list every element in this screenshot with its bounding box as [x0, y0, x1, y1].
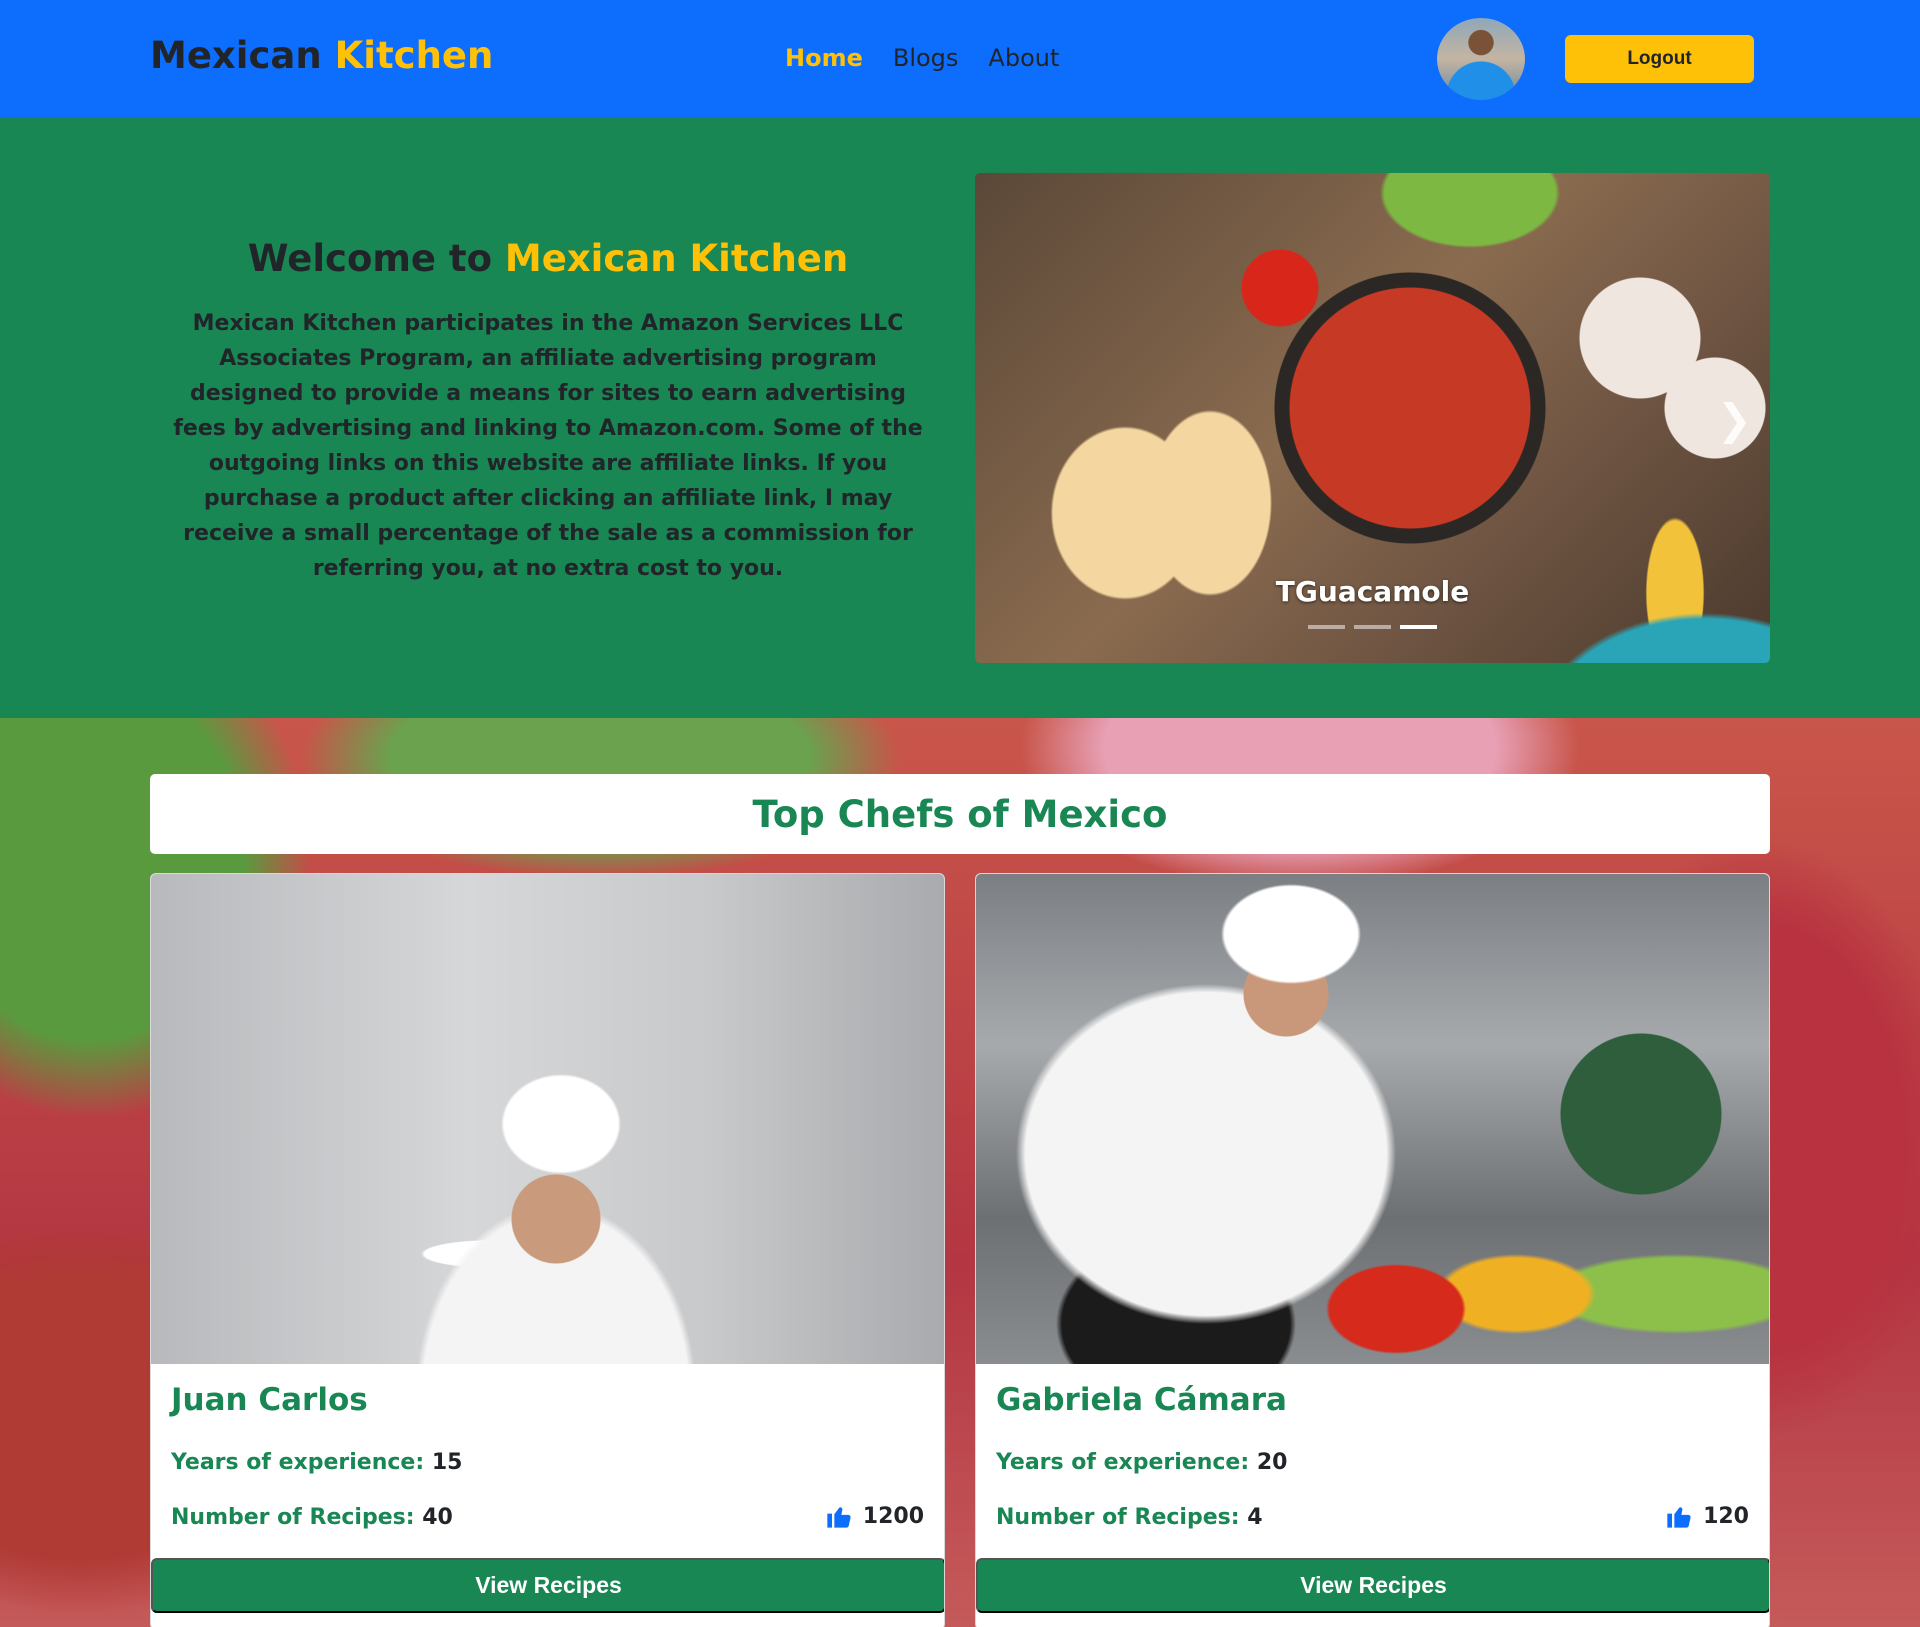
carousel-indicator-3[interactable] — [1400, 625, 1437, 629]
thumbs-up-icon[interactable] — [825, 1502, 853, 1530]
chefs-section: Top Chefs of Mexico Juan Carlos Years of… — [0, 718, 1920, 1627]
nav-link-blogs[interactable]: Blogs — [893, 44, 959, 72]
experience-value: 15 — [431, 1450, 463, 1475]
chef-photo — [151, 874, 944, 1364]
chef-name: Juan Carlos — [171, 1382, 368, 1418]
experience-value: 20 — [1256, 1450, 1288, 1475]
chef-recipes: Number of Recipes: 40 — [171, 1505, 453, 1530]
hero-title: Welcome to Mexican Kitchen — [160, 237, 936, 280]
experience-label: Years of experience: — [996, 1450, 1250, 1475]
section-title: Top Chefs of Mexico — [752, 792, 1168, 836]
user-avatar[interactable] — [1437, 18, 1525, 100]
hero-title-prefix: Welcome to — [247, 237, 493, 280]
chef-experience: Years of experience: 20 — [996, 1450, 1287, 1475]
thumbs-up-icon[interactable] — [1665, 1502, 1693, 1530]
chef-likes: 1200 — [825, 1502, 924, 1530]
section-title-box: Top Chefs of Mexico — [150, 774, 1770, 854]
chef-experience: Years of experience: 15 — [171, 1450, 462, 1475]
carousel-indicator-1[interactable] — [1308, 625, 1345, 629]
nav-link-about[interactable]: About — [988, 44, 1059, 72]
food-carousel[interactable]: ❯ TGuacamole — [975, 173, 1770, 663]
likes-count: 120 — [1703, 1503, 1749, 1529]
likes-count: 1200 — [862, 1503, 924, 1529]
brand-text-accent: Kitchen — [334, 34, 494, 77]
brand-text-primary: Mexican — [150, 34, 322, 77]
experience-label: Years of experience: — [171, 1450, 425, 1475]
nav-link-home[interactable]: Home — [785, 44, 863, 72]
chef-card: Gabriela Cámara Years of experience: 20 … — [975, 873, 1770, 1627]
chef-card: Juan Carlos Years of experience: 15 Numb… — [150, 873, 945, 1627]
view-recipes-button[interactable]: View Recipes — [151, 1558, 944, 1613]
recipes-label: Number of Recipes: — [171, 1505, 415, 1530]
hero-description: Mexican Kitchen participates in the Amaz… — [173, 311, 923, 581]
logout-button[interactable]: Logout — [1565, 35, 1754, 83]
hero-text: Welcome to Mexican Kitchen Mexican Kitch… — [160, 237, 936, 586]
hero-section: Welcome to Mexican Kitchen Mexican Kitch… — [0, 117, 1920, 718]
recipes-value: 40 — [422, 1505, 453, 1530]
recipes-label: Number of Recipes: — [996, 1505, 1240, 1530]
chef-recipes: Number of Recipes: 4 — [996, 1505, 1263, 1530]
carousel-caption: TGuacamole — [1275, 575, 1470, 608]
chef-photo — [976, 874, 1769, 1364]
brand-logo[interactable]: Mexican Kitchen — [150, 34, 493, 77]
view-recipes-button[interactable]: View Recipes — [976, 1558, 1769, 1613]
navbar: Mexican Kitchen Home Blogs About Logout — [0, 0, 1920, 117]
hero-title-accent: Mexican Kitchen — [504, 237, 849, 280]
recipes-value: 4 — [1247, 1505, 1263, 1530]
chef-name: Gabriela Cámara — [996, 1382, 1287, 1418]
carousel-indicators — [1308, 625, 1437, 629]
chevron-right-icon[interactable]: ❯ — [1717, 395, 1752, 444]
carousel-indicator-2[interactable] — [1354, 625, 1391, 629]
chef-likes: 120 — [1665, 1502, 1749, 1530]
nav-links: Home Blogs About — [785, 44, 1059, 72]
